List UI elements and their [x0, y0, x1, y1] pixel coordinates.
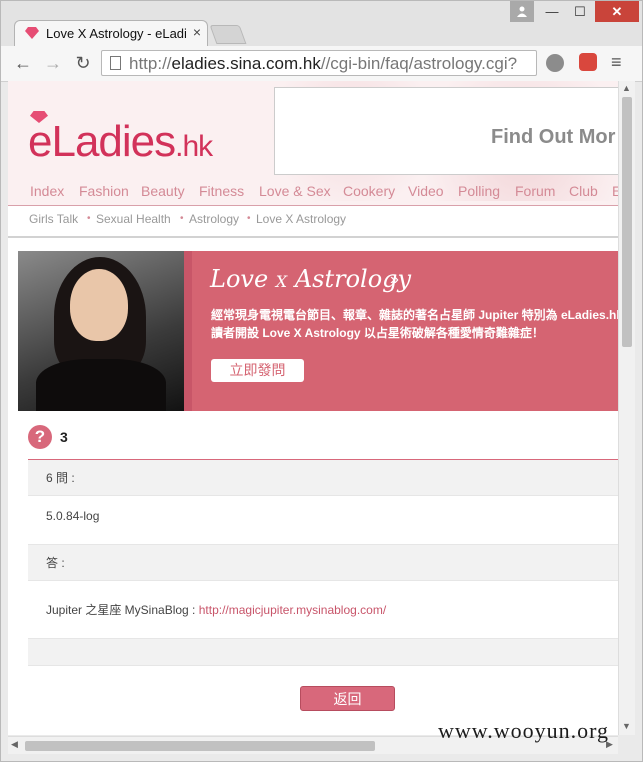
back-arrow-icon[interactable]: ← [11, 52, 35, 74]
ad-text: Find Out Mor [491, 126, 616, 148]
globe-extension-icon[interactable] [546, 54, 564, 72]
vertical-scroll-thumb[interactable] [622, 97, 632, 347]
main-nav: Index Fashion Beauty Fitness Love & Sex … [8, 181, 618, 206]
diamond-favicon-icon [25, 27, 39, 39]
user-profile-icon[interactable] [510, 1, 534, 22]
scroll-up-icon[interactable]: ▲ [622, 83, 631, 93]
browser-toolbar: ← → ↻ http://eladies.sina.com.hk//cgi-bi… [1, 46, 642, 82]
double-chevron-icon: » [390, 271, 399, 288]
scroll-down-icon[interactable]: ▼ [622, 721, 631, 731]
forward-arrow-icon[interactable]: → [41, 52, 65, 74]
breadcrumb-item[interactable]: Girls Talk [29, 212, 78, 226]
breadcrumb: Girls Talk • Sexual Health • Astrology •… [8, 206, 618, 238]
ask-question-button[interactable]: 立即發問 [211, 359, 304, 382]
breadcrumb-separator: • [87, 213, 91, 224]
site-header: eLadies.hk Find Out Mor Index Fashion Be… [8, 81, 618, 208]
question-label: 6 問 : [46, 471, 75, 485]
page-viewport: eLadies.hk Find Out Mor Index Fashion Be… [8, 81, 618, 735]
red-extension-icon[interactable] [579, 53, 597, 71]
nav-item[interactable]: Fitness [199, 183, 244, 199]
banner-title: Love X Astrology [210, 265, 412, 293]
menu-icon[interactable]: ≡ [611, 52, 622, 73]
empty-row [28, 639, 618, 666]
maximize-button[interactable]: ☐ [567, 1, 593, 22]
answer-label: 答 : [46, 556, 65, 570]
url-text: http://eladies.sina.com.hk//cgi-bin/faq/… [129, 54, 518, 73]
nav-item[interactable]: Polling [458, 183, 500, 199]
nav-item[interactable]: Index [30, 183, 64, 199]
reload-icon[interactable]: ↻ [71, 52, 95, 74]
nav-item[interactable]: Beauty [141, 183, 185, 199]
question-text: 5.0.84-log [46, 509, 100, 523]
answer-text-row: Jupiter 之星座 MySinaBlog : http://magicjup… [28, 581, 618, 639]
page-icon [110, 56, 121, 70]
watermark: www.wooyun.org [438, 718, 610, 743]
address-bar[interactable]: http://eladies.sina.com.hk//cgi-bin/faq/… [101, 50, 537, 76]
browser-tab[interactable]: Love X Astrology - eLadies × [14, 20, 208, 46]
nav-item[interactable]: Forum [515, 183, 555, 199]
close-window-button[interactable]: ✕ [595, 1, 639, 22]
ad-banner[interactable]: Find Out Mor [274, 87, 618, 175]
breadcrumb-separator: • [180, 213, 184, 224]
title-bar: Love X Astrology - eLadies × — ☐ ✕ [1, 1, 642, 46]
banner-description: 經常現身電視電台節目、報章、雜誌的著名占星師 Jupiter 特別為 eLadi… [211, 308, 618, 340]
scroll-left-icon[interactable]: ◀ [11, 739, 18, 750]
question-number: 3 [60, 429, 68, 445]
question-label-row: 6 問 : [28, 460, 618, 496]
astrologer-photo [18, 251, 184, 411]
question-mark-icon: ? [28, 425, 52, 449]
site-logo[interactable]: eLadies.hk [28, 117, 213, 167]
tab-title: Love X Astrology - eLadies [46, 26, 186, 41]
nav-item[interactable]: Video [408, 183, 444, 199]
back-button[interactable]: 返回 [300, 686, 395, 711]
question-text-row: 5.0.84-log [28, 496, 618, 545]
blog-link[interactable]: http://magicjupiter.mysinablog.com/ [199, 603, 386, 617]
breadcrumb-item[interactable]: Love X Astrology [256, 212, 346, 226]
breadcrumb-item[interactable]: Astrology [189, 212, 239, 226]
answer-label-row: 答 : [28, 545, 618, 581]
astrology-banner: Love X Astrology » 經常現身電視電台節目、報章、雜誌的著名占星… [18, 251, 618, 411]
vertical-scrollbar[interactable]: ▲ ▼ [618, 81, 635, 735]
answer-prefix: Jupiter 之星座 MySinaBlog : [46, 603, 199, 617]
new-tab-button[interactable] [209, 25, 247, 44]
breadcrumb-item[interactable]: Sexual Health [96, 212, 171, 226]
minimize-button[interactable]: — [539, 1, 565, 22]
tab-close-icon[interactable]: × [193, 24, 201, 40]
nav-item[interactable]: Cookery [343, 183, 395, 199]
breadcrumb-separator: • [247, 213, 251, 224]
horizontal-scroll-thumb[interactable] [25, 741, 375, 751]
nav-item[interactable]: Club [569, 183, 598, 199]
nav-item[interactable]: Fashion [79, 183, 129, 199]
nav-item[interactable]: Love & Sex [259, 183, 331, 199]
